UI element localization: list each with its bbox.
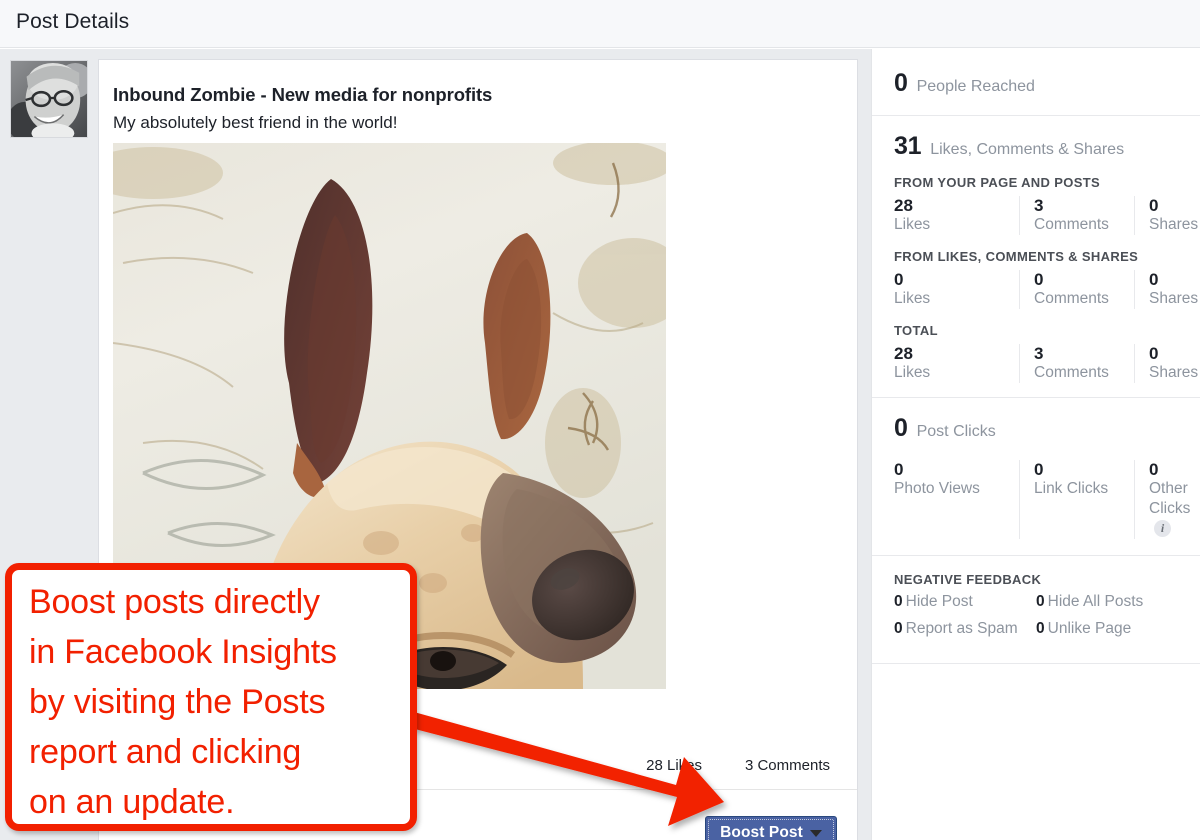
stat-cell: 28 Likes: [894, 344, 1019, 383]
stat-label: Comments: [1034, 364, 1109, 381]
negative-feedback-section: NEGATIVE FEEDBACK 0 Hide Post 0 Hide All P…: [872, 556, 1200, 663]
nf-label: Unlike Page: [1047, 620, 1132, 637]
stat-value: 28: [894, 344, 913, 363]
page-header: Post Details: [0, 0, 1200, 48]
nf-label: Hide Post: [905, 593, 973, 610]
stat-label: Likes: [894, 364, 931, 381]
stat-label-text: Other Clicks: [1149, 480, 1191, 517]
post-comments-count[interactable]: 3 Comments: [745, 757, 830, 774]
post-clicks-section: 0 Post Clicks 0 Photo Views 0 Link Click…: [872, 398, 1200, 555]
group-title: FROM YOUR PAGE AND POSTS: [894, 175, 1101, 190]
stat-value: 0: [1034, 270, 1044, 289]
stat-label: Likes: [894, 290, 931, 307]
stat-label: Other Clicks i: [1149, 479, 1200, 539]
stat-cell: 0 Shares: [1134, 270, 1200, 309]
post-clicks-stat: 0 Post Clicks: [894, 414, 1178, 443]
nf-value: 0: [894, 620, 903, 637]
post-page-name[interactable]: Inbound Zombie - New media for nonprofit…: [113, 84, 492, 106]
stat-cell: 0 Comments: [1019, 270, 1134, 309]
stat-triple: 0 Likes 0 Comments 0 Shares: [894, 270, 1198, 309]
negative-feedback-item: 0 Unlike Page: [1036, 620, 1178, 638]
negative-feedback-grid: 0 Hide Post 0 Hide All Posts 0 Report as Sp…: [894, 593, 1178, 647]
profile-photo-man-glasses-icon: [11, 61, 87, 137]
boost-post-button[interactable]: Boost Post: [705, 816, 837, 840]
reach-stat: 0 People Reached: [894, 69, 1178, 98]
stat-label: Comments: [1034, 216, 1109, 233]
stat-value: 0: [1149, 344, 1159, 363]
stat-cell: 3 Comments: [1019, 196, 1134, 235]
boost-post-label: Boost Post: [720, 824, 803, 840]
post-clicks-value: 0: [894, 414, 908, 442]
stat-value: 3: [1034, 344, 1044, 363]
reach-section: 0 People Reached: [872, 49, 1200, 115]
post-message: My absolutely best friend in the world!: [113, 113, 398, 132]
page-title: Post Details: [16, 10, 130, 33]
engagement-group-likes-comments-shares: FROM LIKES, COMMENTS & SHARES 0 Likes 0 …: [894, 249, 1198, 309]
stat-cell: 28 Likes: [894, 196, 1019, 235]
post-details-page: Post Details Inbound Zombie - New media …: [0, 0, 1200, 840]
engagement-label: Likes, Comments & Shares: [930, 141, 1125, 158]
nf-label: Report as Spam: [905, 620, 1018, 637]
stat-label: Link Clicks: [1034, 480, 1109, 497]
stat-cell: 0 Other Clicks i: [1134, 460, 1200, 539]
stat-value: 28: [894, 196, 913, 215]
reach-label: People Reached: [916, 78, 1035, 95]
stat-label: Shares: [1149, 290, 1199, 307]
stat-triple: 0 Photo Views 0 Link Clicks 0 Other Clic…: [894, 460, 1190, 539]
negative-feedback-title: NEGATIVE FEEDBACK: [894, 572, 1042, 587]
info-icon[interactable]: i: [1154, 520, 1171, 537]
stat-label: Likes: [894, 216, 931, 233]
annotation-line: Boost posts directly: [29, 583, 320, 621]
stat-value: 0: [894, 270, 904, 289]
stat-value: 3: [1034, 196, 1044, 215]
engagement-section: 31 Likes, Comments & Shares FROM YOUR PA…: [872, 116, 1200, 397]
nf-label: Hide All Posts: [1047, 593, 1144, 610]
post-likes-count[interactable]: 28 Likes: [646, 757, 702, 774]
section-divider: [872, 663, 1200, 664]
negative-feedback-item: 0 Hide All Posts: [1036, 593, 1178, 611]
nf-value: 0: [1036, 593, 1045, 610]
stat-value: 0: [1149, 270, 1159, 289]
stat-label: Comments: [1034, 290, 1109, 307]
stat-cell: 0 Photo Views: [894, 460, 1019, 539]
avatar: [10, 60, 88, 138]
group-title: FROM LIKES, COMMENTS & SHARES: [894, 249, 1139, 264]
stat-triple: 28 Likes 3 Comments 0 Shares: [894, 344, 1198, 383]
nf-value: 0: [1036, 620, 1045, 637]
stat-label: Shares: [1149, 364, 1199, 381]
post-clicks-label: Post Clicks: [916, 423, 996, 440]
stat-value: 0: [1149, 196, 1159, 215]
stat-label: Shares: [1149, 216, 1199, 233]
stat-cell: 0 Shares: [1134, 196, 1200, 235]
negative-feedback-item: 0 Report as Spam: [894, 620, 1036, 638]
insights-sidebar: 0 People Reached 31 Likes, Comments & Sh…: [871, 49, 1200, 840]
stat-cell: 0 Likes: [894, 270, 1019, 309]
stat-value: 0: [1034, 460, 1044, 479]
engagement-group-page-posts: FROM YOUR PAGE AND POSTS 28 Likes 3 Comm…: [894, 175, 1198, 235]
annotation-line: on an update.: [29, 783, 235, 821]
reach-value: 0: [894, 69, 908, 97]
stat-cell: 0 Link Clicks: [1019, 460, 1134, 539]
group-title: TOTAL: [894, 323, 938, 338]
engagement-stat: 31 Likes, Comments & Shares: [894, 132, 1178, 161]
stat-cell: 0 Shares: [1134, 344, 1200, 383]
engagement-value: 31: [894, 132, 922, 160]
stat-cell: 3 Comments: [1019, 344, 1134, 383]
engagement-group-total: TOTAL 28 Likes 3 Comments 0 Shares: [894, 323, 1198, 383]
annotation-line: in Facebook Insights: [29, 633, 337, 671]
annotation-line: report and clicking: [29, 733, 302, 771]
stat-triple: 28 Likes 3 Comments 0 Shares: [894, 196, 1198, 235]
annotation-line: by visiting the Posts: [29, 683, 326, 721]
stat-value: 0: [894, 460, 904, 479]
annotation-callout: Boost posts directly in Facebook Insight…: [5, 563, 417, 831]
stat-value: 0: [1149, 460, 1159, 479]
negative-feedback-item: 0 Hide Post: [894, 593, 1036, 611]
chevron-down-icon: [809, 829, 822, 837]
stat-label: Photo Views: [894, 480, 980, 497]
annotation-text: Boost posts directly in Facebook Insight…: [29, 577, 404, 827]
nf-value: 0: [894, 593, 903, 610]
